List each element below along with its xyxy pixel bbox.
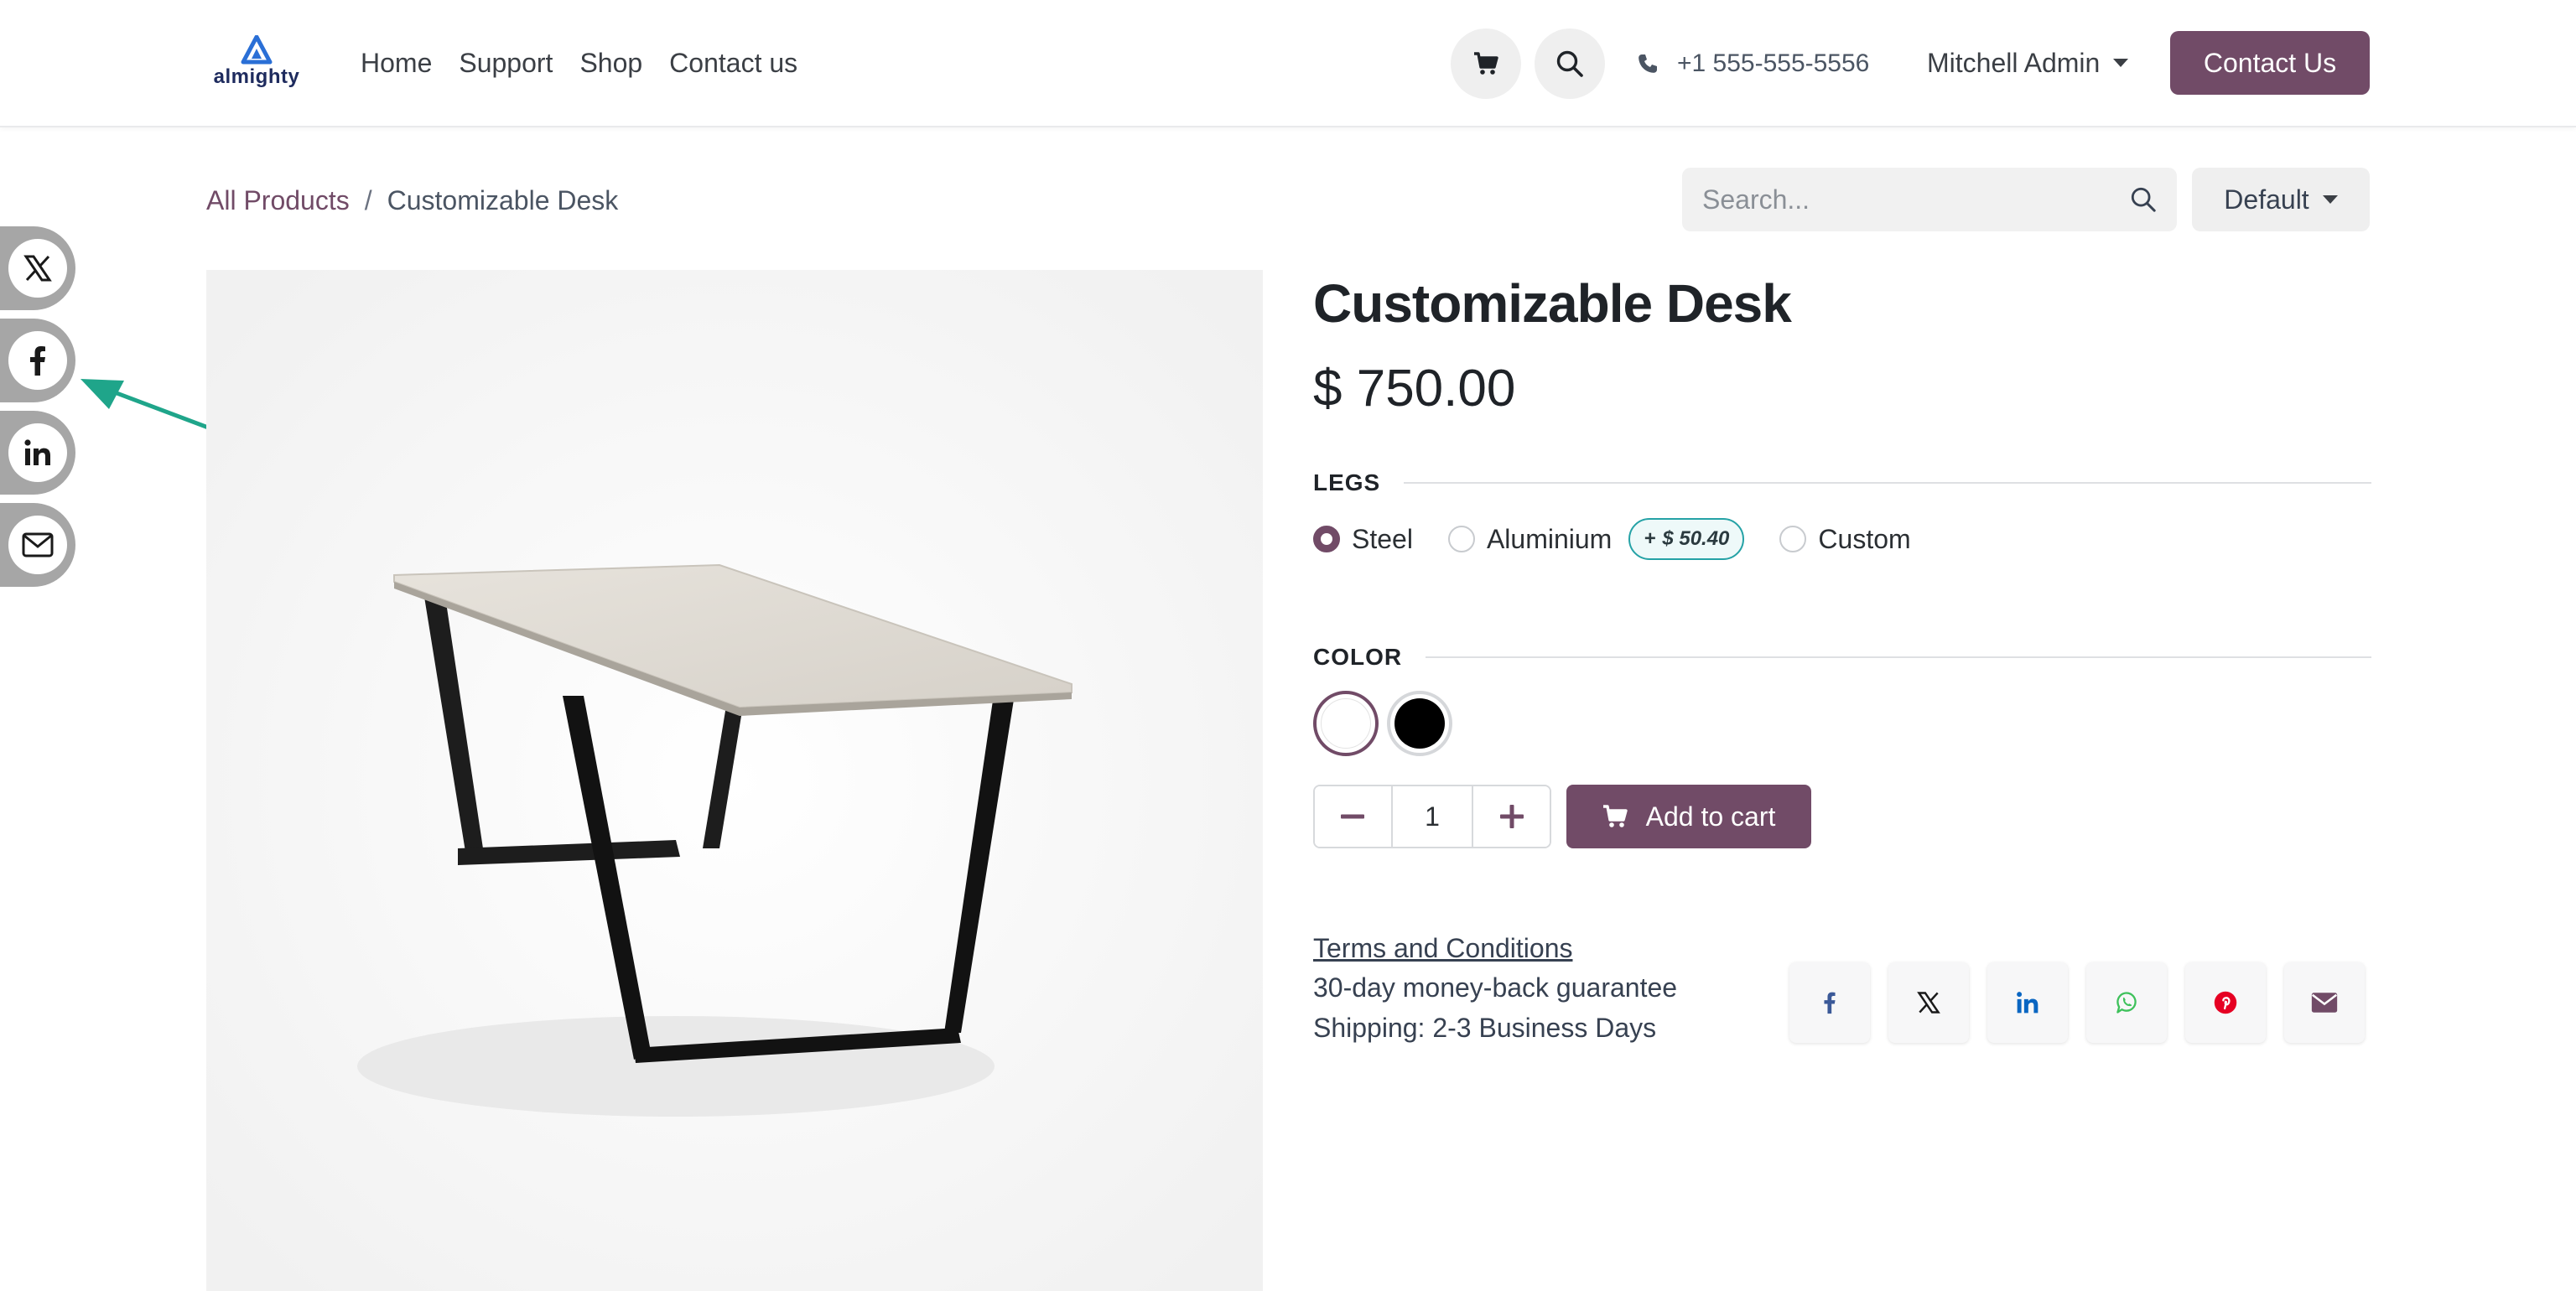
facebook-icon [30,346,45,376]
legs-option-aluminium[interactable]: Aluminium [1447,521,1613,557]
extra-price-badge: + $ 50.40 [1628,518,1745,560]
legs-option-steel[interactable]: Steel [1313,521,1413,557]
logo-text: almighty [213,65,300,88]
plus-icon [1499,805,1524,828]
product-search [1682,168,2177,231]
share-pinterest-button[interactable] [2185,962,2266,1043]
facebook-icon [1824,992,1836,1014]
breadcrumb-current: Customizable Desk [387,185,619,215]
product-title: Customizable Desk [1313,273,1792,334]
divider [1404,482,2371,484]
user-menu[interactable]: Mitchell Admin [1927,45,2129,80]
radio-custom[interactable] [1779,526,1807,552]
x-icon [23,255,52,282]
contact-us-button[interactable]: Contact Us [2170,31,2370,95]
option-label: Aluminium [1486,524,1613,554]
search-input[interactable] [1702,184,2088,215]
shipping-text: Shipping: 2-3 Business Days [1313,1013,1657,1043]
quantity-increase-button[interactable] [1473,786,1550,847]
color-swatch-white[interactable] [1313,691,1379,756]
add-to-cart-button[interactable]: Add to cart [1566,785,1811,848]
share-email-button[interactable] [2284,962,2365,1043]
option-label: Custom [1818,524,1911,554]
breadcrumb-separator: / [364,185,372,215]
nav-contact-us[interactable]: Contact us [669,45,797,80]
header-cart-button[interactable] [1451,29,1521,99]
search-icon[interactable] [2130,186,2157,213]
sort-dropdown[interactable]: Default [2192,168,2370,231]
user-name: Mitchell Admin [1927,48,2101,78]
x-icon [1917,992,1940,1014]
quantity-input[interactable]: 1 [1390,786,1474,847]
side-share-linkedin[interactable] [0,411,75,495]
extra-price-sign: + [1644,527,1656,550]
product-image[interactable] [206,270,1263,1291]
color-attribute: COLOR [1313,644,2371,756]
product-price: $ 750.00 [1313,360,1516,417]
phone-icon [1639,54,1657,73]
radio-aluminium[interactable] [1447,526,1475,552]
nav-support[interactable]: Support [459,45,553,80]
breadcrumb-all-products[interactable]: All Products [206,183,350,218]
legs-label: LEGS [1313,469,1381,495]
share-whatsapp-button[interactable] [2086,962,2167,1043]
nav-shop[interactable]: Shop [579,45,642,80]
share-facebook-button[interactable] [1789,962,1870,1043]
side-share-facebook[interactable] [0,319,75,402]
share-linkedin-button[interactable] [1987,962,2068,1043]
legs-attribute: LEGS Steel Aluminium + $ 50.40 Custom [1313,469,2371,560]
terms-link[interactable]: Terms and Conditions [1313,929,1677,967]
linkedin-icon [2017,992,2038,1014]
product-info: Terms and Conditions 30-day money-back g… [1313,929,1677,1048]
share-buttons [1789,962,2365,1043]
divider [1426,656,2371,658]
minus-icon [1341,814,1365,819]
search-icon [1556,50,1583,77]
color-label: COLOR [1313,644,1403,670]
header-search-button[interactable] [1535,29,1605,99]
quantity-decrease-button[interactable] [1315,786,1391,847]
add-to-cart-label: Add to cart [1645,801,1776,832]
breadcrumb: All Products / Customizable Desk [206,183,618,218]
side-share-x[interactable] [0,226,75,310]
pinterest-icon [2214,991,2237,1014]
cart-icon [1474,52,1498,75]
chevron-down-icon [2322,195,2338,204]
linkedin-icon [24,439,50,465]
side-share-email[interactable] [0,503,75,587]
radio-steel[interactable] [1313,526,1340,552]
site-logo[interactable]: almighty [213,35,300,94]
nav-home[interactable]: Home [361,45,432,80]
legs-option-custom[interactable]: Custom [1779,521,1911,557]
share-x-button[interactable] [1888,962,1969,1043]
product-details: Customizable Desk $ 750.00 LEGS Steel Al… [1313,270,2371,1043]
extra-price-value: $ 50.40 [1662,527,1730,550]
guarantee-text: 30-day money-back guarantee [1313,972,1678,1003]
main-nav: Home Support Shop Contact us [361,45,797,80]
quantity-stepper: 1 [1313,785,1551,848]
whatsapp-icon [2116,992,2137,1014]
option-label: Steel [1352,524,1413,554]
email-icon [22,532,54,557]
email-icon [2311,993,2338,1013]
add-to-cart-row: 1 Add to cart [1313,785,1811,848]
site-header: almighty Home Support Shop Contact us +1… [0,0,2576,127]
cart-icon [1602,805,1628,827]
phone-number: +1 555-555-5556 [1677,49,1870,77]
sort-label: Default [2224,184,2309,215]
chevron-down-icon [2113,59,2129,67]
header-phone[interactable]: +1 555-555-5556 [1637,47,1869,80]
color-swatch-black[interactable] [1387,691,1452,756]
